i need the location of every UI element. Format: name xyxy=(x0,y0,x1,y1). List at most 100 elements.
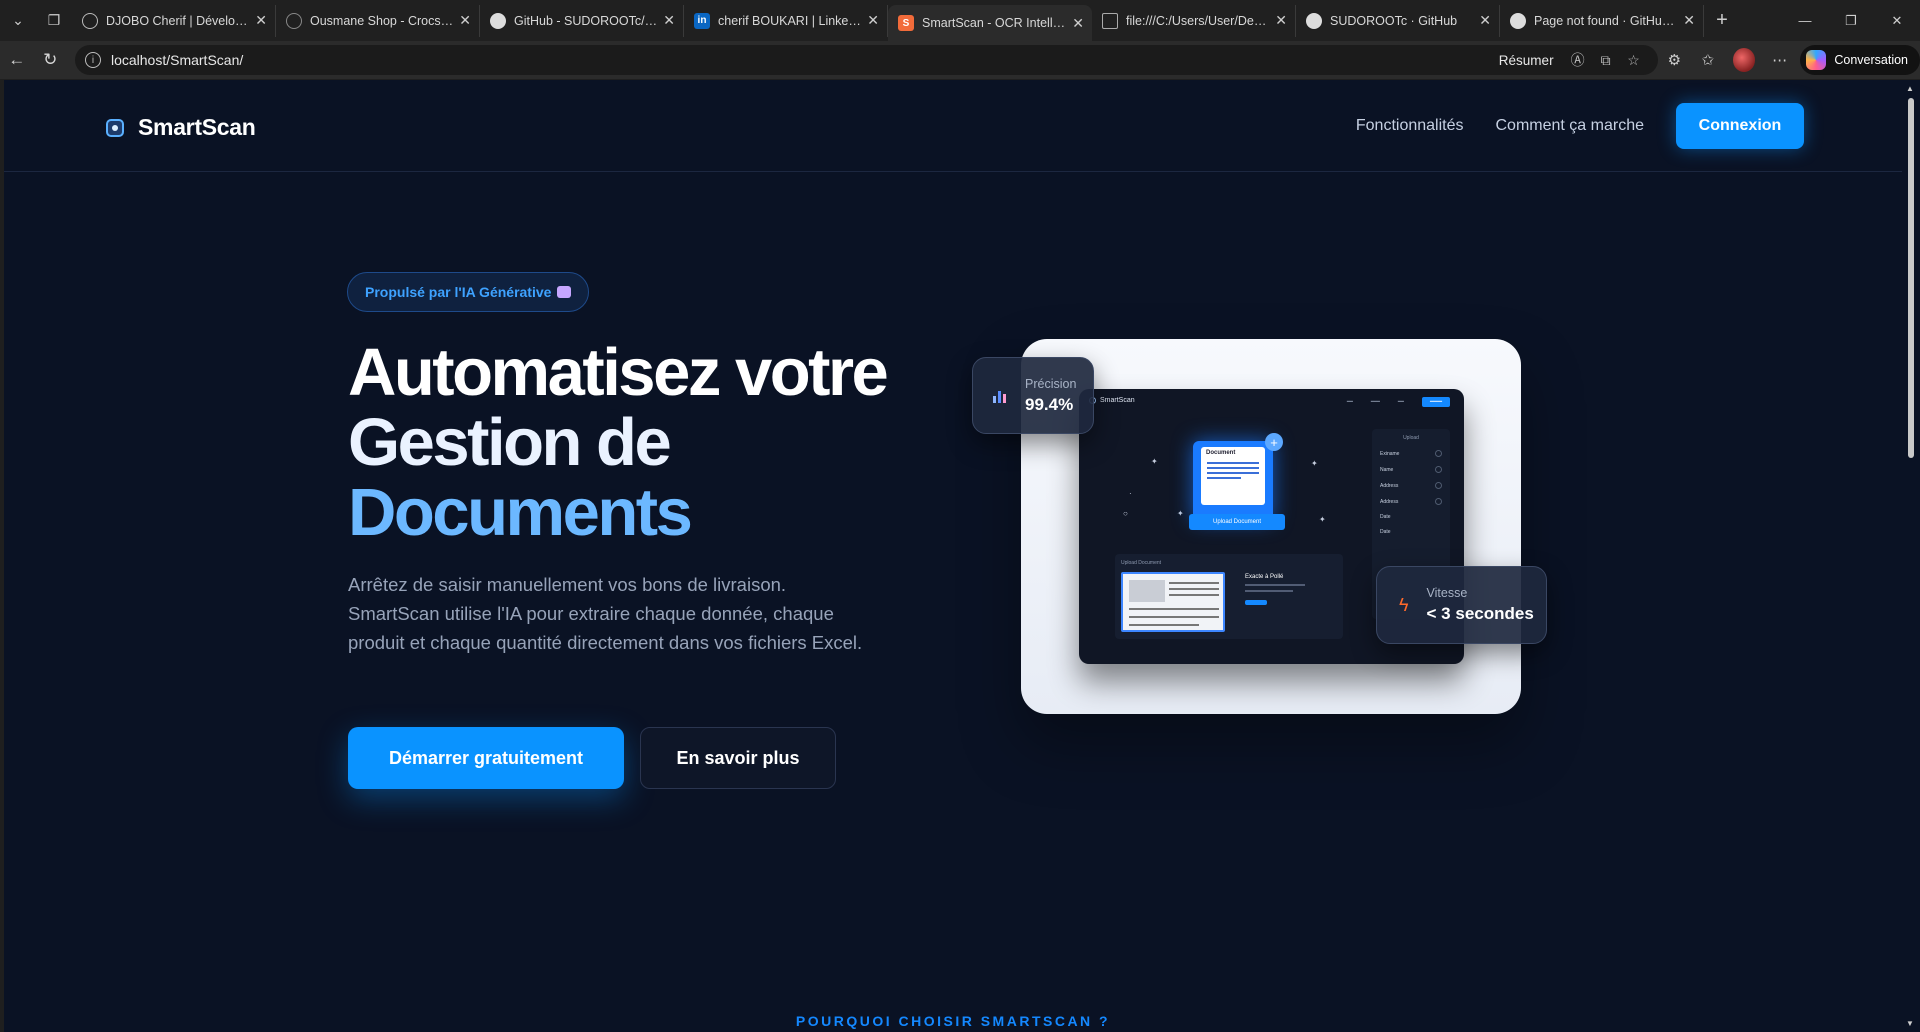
github-icon xyxy=(1510,12,1526,29)
mockup-upload-panel: Upload Document Exacte à Pollé xyxy=(1115,554,1343,639)
sparkle-icon: ✦ xyxy=(1311,459,1318,468)
site-info-icon[interactable]: i xyxy=(84,52,101,68)
badge-text: Propulsé par l'IA Générative xyxy=(365,284,552,300)
github-icon xyxy=(490,12,506,29)
browser-tab[interactable]: GitHub - SUDOROOTc/OUS ✕ xyxy=(480,4,684,37)
close-icon[interactable]: ✕ xyxy=(1072,15,1084,32)
speed-value: < 3 secondes xyxy=(1426,604,1534,623)
new-tab-button[interactable]: + xyxy=(1704,5,1740,37)
page-scrollbar[interactable]: ▲ ▼ xyxy=(1902,80,1920,1032)
browser-tab[interactable]: DJOBO Cherif | Développeur ✕ xyxy=(72,4,276,37)
restore-icon[interactable]: ❐ xyxy=(1828,0,1874,41)
lightning-icon: ϟ xyxy=(1399,594,1409,615)
minimize-icon[interactable]: — xyxy=(1782,0,1828,41)
nav-link-how-it-works[interactable]: Comment ça marche xyxy=(1496,117,1645,135)
scroll-down-icon[interactable]: ▼ xyxy=(1906,1019,1916,1028)
mockup-nav-item: ━━ xyxy=(1346,399,1353,405)
hero-title-line-2: Gestion de xyxy=(348,405,672,480)
side-row-label: Address xyxy=(1380,498,1399,505)
globe-icon xyxy=(286,12,302,29)
precision-stat-card: Précision 99.4% xyxy=(972,357,1094,434)
url-text[interactable]: localhost/SmartScan/ xyxy=(111,52,1499,68)
scrollbar-thumb[interactable] xyxy=(1908,98,1914,458)
browser-tab[interactable]: in cherif BOUKARI | LinkedIn ✕ xyxy=(684,4,888,37)
tab-title: Page not found · GitHub · G xyxy=(1534,13,1678,28)
browser-tab[interactable]: SUDOROOTc · GitHub ✕ xyxy=(1296,4,1500,37)
open-in-app-icon[interactable]: ⧉ xyxy=(1592,52,1620,69)
learn-more-button[interactable]: En savoir plus xyxy=(640,727,836,789)
close-icon[interactable]: ✕ xyxy=(459,12,471,29)
ai-badge: Propulsé par l'IA Générative xyxy=(347,272,590,312)
main-nav: Fonctionnalités Comment ça marche Connex… xyxy=(1356,103,1804,149)
tab-list-chevron-icon[interactable]: ⌄ xyxy=(0,5,36,37)
site-header: SmartScan Fonctionnalités Comment ça mar… xyxy=(4,80,1902,172)
robot-icon xyxy=(557,286,572,298)
more-menu-icon[interactable]: ⋯ xyxy=(1763,51,1796,69)
why-section-kicker: POURQUOI CHOISIR SMARTSCAN ? xyxy=(795,1013,1111,1029)
summarize-button[interactable]: Résumer xyxy=(1499,53,1554,68)
side-row-label: Date xyxy=(1380,514,1391,520)
extensions-icon[interactable]: ⚙ xyxy=(1658,51,1691,69)
smartscan-icon: S xyxy=(898,15,914,31)
side-row: Address xyxy=(1380,498,1442,505)
login-button[interactable]: Connexion xyxy=(1676,103,1804,149)
reload-icon[interactable]: ↻ xyxy=(33,44,66,76)
side-row-label: Address xyxy=(1380,482,1399,489)
browser-tab-bar: ⌄ ❐ DJOBO Cherif | Développeur ✕ Ousmane… xyxy=(0,0,1920,41)
extract-label: Exacte à Pollé xyxy=(1245,574,1284,580)
site-logo[interactable]: SmartScan xyxy=(106,114,256,141)
browser-tab-active[interactable]: S SmartScan - OCR Intelligent ✕ xyxy=(888,5,1092,41)
scroll-up-icon[interactable]: ▲ xyxy=(1906,84,1916,93)
hero-title-line-3: Documents xyxy=(348,475,693,550)
mockup-nav-button: ━━━━ xyxy=(1421,397,1450,407)
sparkle-icon: · xyxy=(1129,489,1132,498)
read-aloud-icon[interactable]: Ⓐ xyxy=(1564,50,1592,70)
profile-avatar[interactable] xyxy=(1732,48,1755,72)
browser-tab[interactable]: file:///C:/Users/User/Desktop ✕ xyxy=(1092,4,1296,37)
side-row: Date xyxy=(1380,514,1442,520)
scan-logo-icon xyxy=(106,118,124,137)
close-icon[interactable]: ✕ xyxy=(867,12,879,29)
sparkle-icon: ○ xyxy=(1123,509,1128,518)
close-window-icon[interactable]: ✕ xyxy=(1874,0,1920,41)
side-row-label: Date xyxy=(1380,529,1391,535)
hero-title: Automatisez votre Gestion de Documents xyxy=(348,335,889,550)
close-icon[interactable]: ✕ xyxy=(663,12,675,29)
doc-label: Document xyxy=(1206,450,1236,456)
window-controls: — ❐ ✕ xyxy=(1782,0,1920,41)
hero-title-line-1: Automatisez votre xyxy=(348,335,889,410)
precision-label: Précision xyxy=(1025,376,1077,391)
hero-mockup-card: SmartScan ━━ ━━━ ━━ ━━━━ ✦ · ✦ ✦ ✦ ○ Doc… xyxy=(1021,339,1521,714)
side-panel-header: Upload xyxy=(1403,435,1419,441)
back-icon[interactable]: ← xyxy=(0,44,33,76)
hero-description: Arrêtez de saisir manuellement vos bons … xyxy=(348,574,863,653)
workspaces-icon[interactable]: ❐ xyxy=(36,5,72,37)
browser-tab[interactable]: Ousmane Shop - Crocs 7000 ✕ xyxy=(276,4,480,37)
upload-panel-header: Upload Document xyxy=(1121,560,1162,566)
upload-document-pill: Upload Document xyxy=(1189,514,1285,530)
conversation-label: Conversation xyxy=(1834,53,1908,67)
mockup-nav-item: ━━ xyxy=(1397,399,1404,405)
mockup-brand-text: SmartScan xyxy=(1100,397,1135,404)
globe-icon xyxy=(82,12,98,29)
browser-tab[interactable]: Page not found · GitHub · G ✕ xyxy=(1500,4,1704,37)
nav-link-features[interactable]: Fonctionnalités xyxy=(1356,117,1464,135)
tab-title: DJOBO Cherif | Développeur xyxy=(106,13,249,28)
file-icon xyxy=(1102,12,1118,29)
address-bar[interactable]: i localhost/SmartScan/ Résumer Ⓐ ⧉ ☆ xyxy=(74,45,1658,75)
start-free-button[interactable]: Démarrer gratuitement xyxy=(348,727,624,789)
close-icon[interactable]: ✕ xyxy=(1275,12,1287,29)
close-icon[interactable]: ✕ xyxy=(1479,12,1491,29)
linkedin-icon: in xyxy=(694,12,710,29)
favorites-icon[interactable]: ✩ xyxy=(1691,51,1724,69)
bar-chart-icon xyxy=(993,389,1009,403)
favorite-star-icon[interactable]: ☆ xyxy=(1620,52,1648,69)
sparkle-icon: ✦ xyxy=(1177,509,1184,518)
side-row-label: Name xyxy=(1380,466,1394,473)
close-icon[interactable]: ✕ xyxy=(1683,12,1695,29)
sparkle-icon: ✦ xyxy=(1319,515,1326,524)
mockup-nav: ━━ ━━━ ━━ ━━━━ xyxy=(1329,397,1450,407)
copilot-conversation-button[interactable]: Conversation xyxy=(1800,45,1920,75)
close-icon[interactable]: ✕ xyxy=(255,12,267,29)
github-icon xyxy=(1306,12,1322,29)
